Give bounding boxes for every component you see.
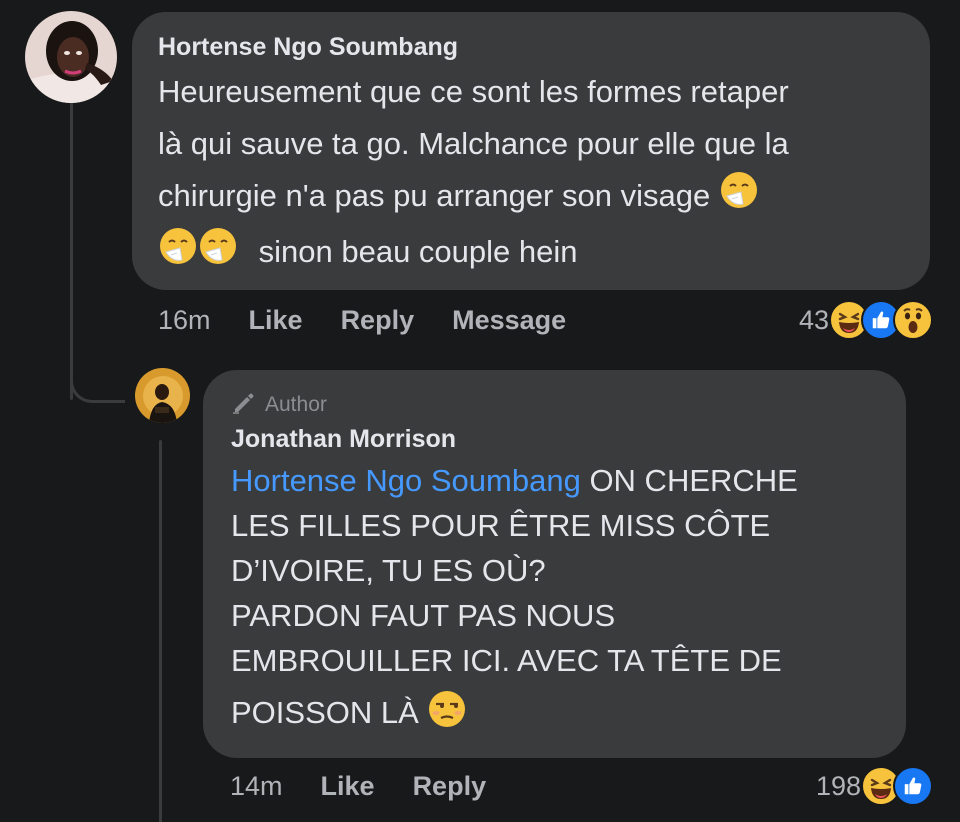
reply-text: Hortense Ngo Soumbang ON CHERCHE LES FIL… — [231, 458, 878, 741]
reaction-summary[interactable]: 43 — [799, 300, 933, 340]
reply-button[interactable]: Reply — [341, 305, 415, 336]
like-button[interactable]: Like — [249, 305, 303, 336]
comment-line: EMBROUILLER ICI. AVEC TA TÊTE DE — [231, 643, 782, 678]
comment-line: Hortense Ngo Soumbang ON CHERCHE — [231, 458, 878, 503]
thread-connector — [70, 320, 125, 403]
comment-actions: 16m Like Reply Message — [158, 302, 604, 338]
comment-line: là qui sauve ta go. Malchance pour elle … — [158, 126, 789, 161]
comment-bubble: Hortense Ngo Soumbang Heureusement que c… — [132, 12, 930, 290]
reply-bubble: Author Jonathan Morrison Hortense Ngo So… — [203, 370, 906, 758]
like-reaction-icon — [893, 766, 933, 806]
sneezing-face-emoji — [719, 170, 759, 226]
comment-line: chirurgie n'a pas pu arranger son visage — [158, 170, 904, 226]
reply-button[interactable]: Reply — [413, 771, 487, 802]
unamused-face-emoji — [427, 689, 467, 741]
reply-timestamp[interactable]: 14m — [230, 771, 283, 802]
comment-line: Heureusement que ce sont les formes reta… — [158, 74, 789, 109]
author-badge: Author — [231, 390, 878, 420]
comment-line: PARDON FAUT PAS NOUS — [231, 598, 616, 633]
mention-link[interactable]: Hortense Ngo Soumbang — [231, 463, 581, 498]
reply-actions: 14m Like Reply — [230, 768, 524, 804]
like-button[interactable]: Like — [321, 771, 375, 802]
reaction-count: 198 — [815, 770, 861, 801]
comment-line-text: ON CHERCHE — [580, 463, 798, 498]
reply-author[interactable]: Jonathan Morrison — [231, 424, 878, 454]
reaction-count: 43 — [798, 304, 829, 335]
comment-timestamp[interactable]: 16m — [158, 305, 211, 336]
comment-line-text: sinon beau couple hein — [258, 234, 578, 270]
comment-line: POISSON LÀ — [231, 689, 878, 741]
thread-line-reply — [159, 440, 162, 822]
comment-author[interactable]: Hortense Ngo Soumbang — [158, 32, 904, 62]
pencil-author-icon — [231, 389, 257, 421]
comment-line: D’IVOIRE, TU ES OÙ? — [231, 553, 546, 588]
avatar-hortense[interactable] — [25, 11, 117, 103]
comment-text: Heureusement que ce sont les formes reta… — [158, 66, 904, 282]
reaction-summary[interactable]: 198 — [816, 766, 933, 806]
sneezing-face-emoji — [158, 226, 198, 282]
message-button[interactable]: Message — [452, 305, 566, 336]
comment-line-text: chirurgie n'a pas pu arranger son visage — [158, 178, 711, 214]
author-badge-label: Author — [265, 393, 327, 416]
comment-line: LES FILLES POUR ÊTRE MISS CÔTE — [231, 508, 771, 543]
wow-reaction-icon — [893, 300, 933, 340]
comment-line-text: POISSON LÀ — [231, 695, 419, 731]
sneezing-face-emoji — [198, 226, 238, 282]
comment-thread: Hortense Ngo Soumbang Heureusement que c… — [0, 0, 960, 822]
avatar-jonathan[interactable] — [135, 368, 190, 423]
comment-line: sinon beau couple hein — [158, 226, 904, 282]
